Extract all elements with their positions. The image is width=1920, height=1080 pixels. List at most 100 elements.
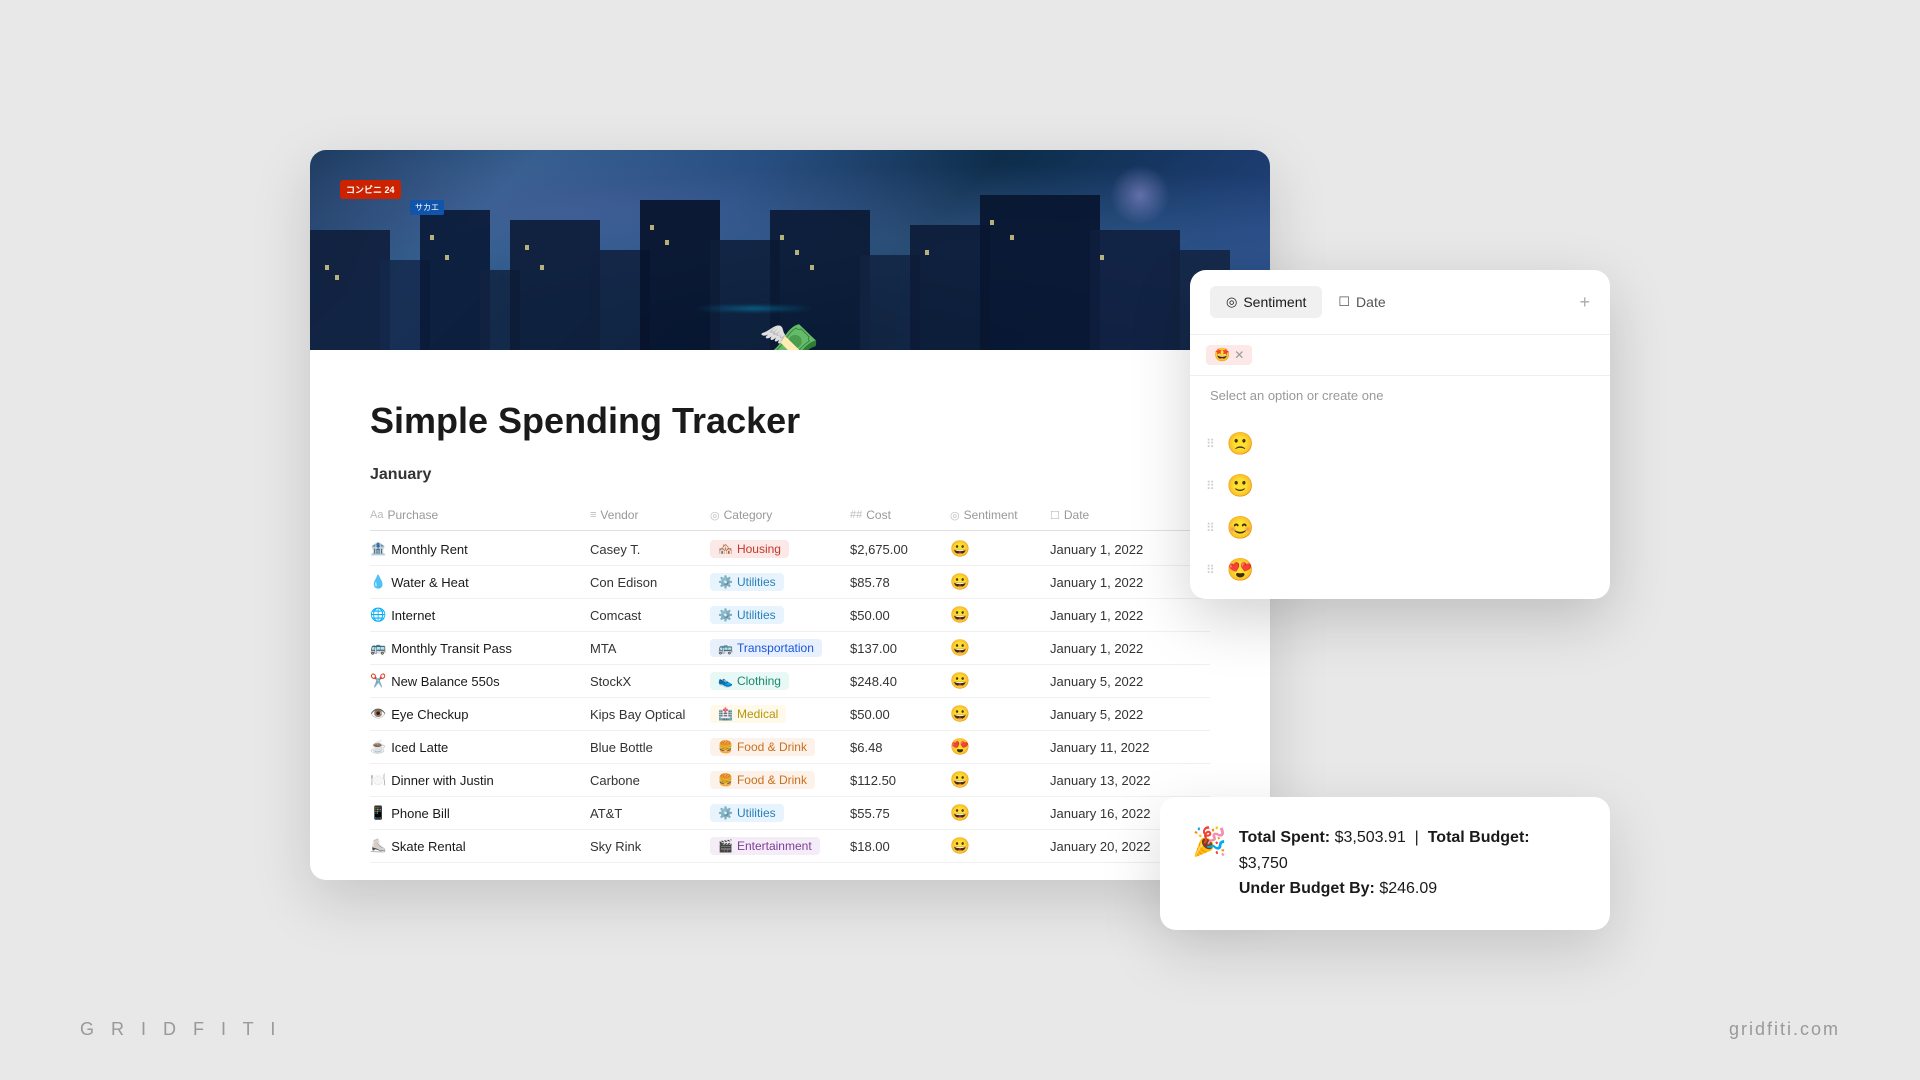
cell-category-4[interactable]: 👟 Clothing <box>710 672 850 690</box>
cell-sentiment-6[interactable]: 😍 <box>950 737 1050 757</box>
dropdown-option-0[interactable]: ⠿ 🙁 <box>1190 423 1610 465</box>
cell-sentiment-0[interactable]: 😀 <box>950 539 1050 559</box>
table-row[interactable]: 👁️ Eye Checkup Kips Bay Optical 🏥 Medica… <box>370 698 1210 731</box>
purchase-name-5: Eye Checkup <box>391 707 468 722</box>
cell-sentiment-2[interactable]: 😀 <box>950 605 1050 625</box>
branding-right: gridfiti.com <box>1729 1019 1840 1040</box>
th-date: ☐ Date <box>1050 506 1200 524</box>
cell-vendor-7: Carbone <box>590 773 710 788</box>
cell-sentiment-1[interactable]: 😀 <box>950 572 1050 592</box>
cell-sentiment-7[interactable]: 😀 <box>950 770 1050 790</box>
sentiment-tab-icon: ◎ <box>1226 294 1237 310</box>
table-row[interactable]: ☕ Iced Latte Blue Bottle 🍔 Food & Drink … <box>370 731 1210 764</box>
th-vendor: ≡ Vendor <box>590 506 710 524</box>
th-category-icon: ◎ <box>710 509 720 522</box>
category-icon-0: 🏘️ <box>718 542 733 556</box>
th-purchase: Aa Purchase <box>370 506 590 524</box>
tab-date[interactable]: ☐ Date <box>1322 286 1401 318</box>
cell-sentiment-9[interactable]: 😀 <box>950 836 1050 856</box>
table-header: Aa Purchase ≡ Vendor ◎ Category ## Cost <box>370 500 1210 531</box>
drag-handle-0: ⠿ <box>1206 437 1215 451</box>
table-row[interactable]: 🏦 Monthly Rent Casey T. 🏘️ Housing $2,67… <box>370 533 1210 566</box>
category-badge-0: 🏘️ Housing <box>710 540 789 558</box>
cell-category-2[interactable]: ⚙️ Utilities <box>710 606 850 624</box>
cell-vendor-4: StockX <box>590 674 710 689</box>
notion-content: Simple Spending Tracker January Aa Purch… <box>310 350 1270 880</box>
dropdown-option-1[interactable]: ⠿ 🙂 <box>1190 465 1610 507</box>
cell-category-6[interactable]: 🍔 Food & Drink <box>710 738 850 756</box>
branding-left: G R I D F I T I <box>80 1019 281 1040</box>
th-sentiment: ◎ Sentiment <box>950 506 1050 524</box>
cell-category-0[interactable]: 🏘️ Housing <box>710 540 850 558</box>
table-row[interactable]: 💧 Water & Heat Con Edison ⚙️ Utilities $… <box>370 566 1210 599</box>
category-badge-1: ⚙️ Utilities <box>710 573 784 591</box>
sentiment-emoji-0: 😀 <box>950 539 970 559</box>
add-property-button[interactable]: + <box>1579 292 1590 313</box>
cell-sentiment-8[interactable]: 😀 <box>950 803 1050 823</box>
cell-purchase-5: 👁️ Eye Checkup <box>370 706 590 722</box>
sentiment-dropdown[interactable]: ◎ Sentiment ☐ Date + 🤩 ✕ Select an optio… <box>1190 270 1610 599</box>
cell-category-7[interactable]: 🍔 Food & Drink <box>710 771 850 789</box>
cell-purchase-4: ✂️ New Balance 550s <box>370 673 590 689</box>
tag-remove-button[interactable]: ✕ <box>1234 348 1244 362</box>
cell-cost-3: $137.00 <box>850 641 950 656</box>
purchase-name-2: Internet <box>391 608 435 623</box>
total-budget-value: $3,750 <box>1239 855 1288 872</box>
cell-purchase-2: 🌐 Internet <box>370 607 590 623</box>
category-badge-6: 🍔 Food & Drink <box>710 738 815 756</box>
cell-sentiment-5[interactable]: 😀 <box>950 704 1050 724</box>
category-label-8: Utilities <box>737 806 776 820</box>
cell-sentiment-4[interactable]: 😀 <box>950 671 1050 691</box>
category-icon-3: 🚌 <box>718 641 733 655</box>
main-container: コンビニ 24 サカエ 💸 Simple Spending Tracker Ja… <box>310 150 1610 930</box>
cell-category-1[interactable]: ⚙️ Utilities <box>710 573 850 591</box>
sentiment-emoji-9: 😀 <box>950 836 970 856</box>
cell-vendor-8: AT&T <box>590 806 710 821</box>
dropdown-header: ◎ Sentiment ☐ Date + <box>1190 270 1610 335</box>
cell-category-5[interactable]: 🏥 Medical <box>710 705 850 723</box>
purchase-icon-1: 💧 <box>370 574 386 590</box>
table-row[interactable]: ✂️ New Balance 550s StockX 👟 Clothing $2… <box>370 665 1210 698</box>
sentiment-emoji-8: 😀 <box>950 803 970 823</box>
purchase-icon-9: ⛸️ <box>370 838 386 854</box>
table-row[interactable]: ⛸️ Skate Rental Sky Rink 🎬 Entertainment… <box>370 830 1210 863</box>
budget-line1: Total Spent: $3,503.91 | Total Budget: $… <box>1239 825 1578 876</box>
section-label: January <box>370 466 1210 484</box>
option-emoji-0: 🙁 <box>1227 431 1254 457</box>
cell-category-3[interactable]: 🚌 Transportation <box>710 639 850 657</box>
dropdown-option-2[interactable]: ⠿ 😊 <box>1190 507 1610 549</box>
selected-tag-emoji: 🤩 <box>1214 347 1230 363</box>
notion-card: コンビニ 24 サカエ 💸 Simple Spending Tracker Ja… <box>310 150 1270 880</box>
tab-sentiment[interactable]: ◎ Sentiment <box>1210 286 1322 318</box>
category-icon-9: 🎬 <box>718 839 733 853</box>
purchase-name-6: Iced Latte <box>391 740 448 755</box>
budget-summary-card: 🎉 Total Spent: $3,503.91 | Total Budget:… <box>1160 797 1610 930</box>
category-badge-2: ⚙️ Utilities <box>710 606 784 624</box>
budget-row: 🎉 Total Spent: $3,503.91 | Total Budget:… <box>1192 825 1578 902</box>
dropdown-option-3[interactable]: ⠿ 😍 <box>1190 549 1610 591</box>
cell-category-9[interactable]: 🎬 Entertainment <box>710 837 850 855</box>
table-row[interactable]: 🌐 Internet Comcast ⚙️ Utilities $50.00 😀… <box>370 599 1210 632</box>
cell-date-6: January 11, 2022 <box>1050 740 1200 755</box>
table-row[interactable]: 📱 Phone Bill AT&T ⚙️ Utilities $55.75 😀 … <box>370 797 1210 830</box>
dropdown-search-input[interactable] <box>1260 347 1594 363</box>
date-tab-icon: ☐ <box>1338 294 1350 310</box>
category-label-5: Medical <box>737 707 778 721</box>
table-row[interactable]: 🚌 Monthly Transit Pass MTA 🚌 Transportat… <box>370 632 1210 665</box>
dropdown-hint: Select an option or create one <box>1190 376 1610 415</box>
purchase-icon-5: 👁️ <box>370 706 386 722</box>
category-label-0: Housing <box>737 542 781 556</box>
category-label-3: Transportation <box>737 641 814 655</box>
sign-blue: サカエ <box>410 200 444 215</box>
cell-purchase-8: 📱 Phone Bill <box>370 805 590 821</box>
cell-sentiment-3[interactable]: 😀 <box>950 638 1050 658</box>
cell-category-8[interactable]: ⚙️ Utilities <box>710 804 850 822</box>
category-badge-7: 🍔 Food & Drink <box>710 771 815 789</box>
cell-purchase-6: ☕ Iced Latte <box>370 739 590 755</box>
table-body: 🏦 Monthly Rent Casey T. 🏘️ Housing $2,67… <box>370 533 1210 863</box>
total-spent-value: $3,503.91 <box>1335 829 1406 846</box>
cell-vendor-9: Sky Rink <box>590 839 710 854</box>
table-row[interactable]: 🍽️ Dinner with Justin Carbone 🍔 Food & D… <box>370 764 1210 797</box>
cell-cost-1: $85.78 <box>850 575 950 590</box>
purchase-icon-4: ✂️ <box>370 673 386 689</box>
